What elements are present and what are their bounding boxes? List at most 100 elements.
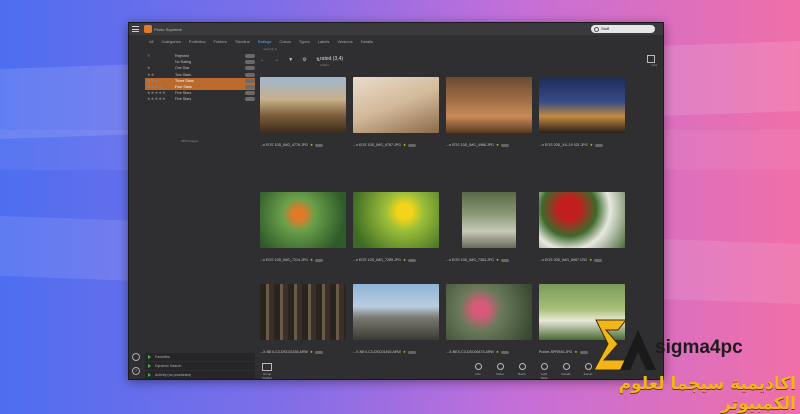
- search-input[interactable]: Stuff: [591, 25, 655, 33]
- thumbnail-caption: ...n EOS 20D_XIL-19 021.JPG ★: [539, 143, 625, 147]
- star-icon[interactable]: ★: [403, 143, 406, 147]
- thumbnail-card[interactable]: ...X-NEX-C3-DSC01335.ARW ★: [260, 284, 346, 364]
- star-icon[interactable]: ★: [403, 350, 406, 354]
- thumbnail-card[interactable]: ...n EOS 10D_IMG_4778.JPG ★: [260, 77, 346, 157]
- star-icon[interactable]: ★: [574, 350, 577, 354]
- rating-pill: [408, 350, 417, 354]
- share-icon: [496, 363, 504, 370]
- hamburger-menu-icon[interactable]: [132, 26, 139, 32]
- count-badge: [245, 66, 255, 71]
- app-title: Photo Supreme: [154, 27, 182, 32]
- sidebar-item-label: One Star: [175, 66, 190, 71]
- info-button[interactable]: Info: [472, 363, 484, 376]
- panel-label: Dynamic Search: [155, 364, 182, 368]
- photo-thumbnail[interactable]: [353, 77, 439, 133]
- photo-thumbnail[interactable]: [260, 192, 346, 248]
- tab-categories[interactable]: Categories: [157, 38, 184, 46]
- star-icon[interactable]: ★: [589, 258, 592, 262]
- star-icon[interactable]: ★: [496, 258, 499, 262]
- star-icon[interactable]: ★: [496, 350, 499, 354]
- tab-folders[interactable]: Folders: [209, 38, 230, 46]
- group-label: Group Toolbar: [262, 372, 272, 380]
- thumbnail-card[interactable]: ...n EOS 10D_IMG_7289.JPG ★: [353, 192, 439, 272]
- settings-icon[interactable]: [132, 353, 140, 361]
- tab-ratings[interactable]: Ratings: [254, 38, 276, 46]
- star-icon[interactable]: ★: [496, 143, 499, 147]
- photo-thumbnail[interactable]: [539, 77, 625, 133]
- thumbnail-card[interactable]: ...X-NEX-C3-DSC06473.ARW ★: [446, 284, 532, 364]
- tab-bar: All Categories Portfolios Folders Timeli…: [145, 38, 377, 46]
- tab-versions[interactable]: Versions: [333, 38, 356, 46]
- thumbnail-caption: ...n EOS 10D_IMG_7289.JPG ★: [353, 258, 439, 262]
- rating-pill: [408, 143, 417, 147]
- panel-activity[interactable]: Activity (no processes): [145, 371, 255, 379]
- brand-arabic-tagline: اكاديمية سيجما لعلوم الكمبيوتر: [618, 374, 796, 414]
- file-name: ...X-NEX-C3-DSC06473.ARW: [446, 350, 494, 354]
- thumbnail-card[interactable]: ...X-NEX-C3-DSC01492.ARW ★: [353, 284, 439, 364]
- rating-sidebar: ✕ Rejected No Rating ★ One Star ★★ Two Star…: [145, 53, 255, 343]
- tab-colors[interactable]: Colors: [275, 38, 295, 46]
- details-button[interactable]: Details: [560, 363, 572, 376]
- left-utility-icons: ?: [132, 353, 140, 375]
- photo-thumbnail[interactable]: [446, 77, 532, 133]
- photo-thumbnail[interactable]: [462, 192, 516, 248]
- group-toolbar-button[interactable]: Group Toolbar: [260, 363, 274, 380]
- expand-triangle-icon: [148, 355, 151, 359]
- photo-thumbnail[interactable]: [539, 192, 625, 248]
- group-icon: [262, 363, 272, 371]
- rating-pill: [501, 143, 510, 147]
- sidebar-item-five-stars-2[interactable]: ★★★★★ Five Stars: [145, 96, 255, 102]
- thumbnail-card[interactable]: ...n EOS 10D_IMG_4787.JPG ★: [353, 77, 439, 157]
- count-badge: [245, 60, 255, 65]
- tab-details[interactable]: Details: [357, 38, 377, 46]
- rating-pill: [501, 258, 510, 262]
- star-icon[interactable]: ★: [310, 258, 313, 262]
- thumbnail-card[interactable]: ...n EOS 30D_IMG_8987.CR2 ★: [539, 192, 625, 272]
- sidebar-item-label: Five Stars: [175, 91, 192, 96]
- star-icon[interactable]: ★: [310, 143, 313, 147]
- grid-view-icon[interactable]: [647, 55, 655, 63]
- thumbnail-card[interactable]: ...n EOS 10D_IMG_4966.JPG ★: [446, 77, 532, 157]
- arrow-left-icon[interactable]: ←: [260, 57, 265, 63]
- thumbnail-caption: ...n EOS 10D_IMG_7383.JPG ★: [446, 258, 532, 262]
- app-window: Photo Supreme Stuff All Categories Portf…: [128, 22, 664, 380]
- tab-portfolios[interactable]: Portfolios: [185, 38, 210, 46]
- sidebar-item-label: Five Stars: [175, 97, 192, 102]
- photo-thumbnail[interactable]: [260, 77, 346, 133]
- tab-all[interactable]: All: [145, 38, 157, 46]
- photo-thumbnail[interactable]: [353, 192, 439, 248]
- sidebar-item-label: Three Stars: [175, 78, 194, 83]
- star-icon[interactable]: ★: [403, 258, 406, 262]
- button-label: Light Table: [540, 372, 548, 380]
- panel-dynamic-search[interactable]: Dynamic Search: [145, 362, 255, 370]
- star-icon[interactable]: ★: [310, 350, 313, 354]
- count-badge: [245, 54, 255, 58]
- help-icon[interactable]: ?: [132, 367, 140, 375]
- thumbnail-caption: ...n EOS 30D_IMG_8987.CR2 ★: [539, 258, 625, 262]
- gear-icon[interactable]: ⚙: [302, 57, 306, 63]
- rating-pill: [594, 258, 603, 262]
- share-button[interactable]: Share: [494, 363, 506, 376]
- photo-thumbnail[interactable]: [446, 284, 532, 340]
- light-table-button[interactable]: Light Table: [538, 363, 550, 380]
- star-icon[interactable]: ★: [590, 143, 593, 147]
- grid-view-label: Grid: [651, 63, 657, 67]
- arrow-right-icon[interactable]: →: [274, 57, 279, 63]
- photo-thumbnail[interactable]: [353, 284, 439, 340]
- batch-button[interactable]: Batch: [516, 363, 528, 376]
- thumbnail-card[interactable]: ...n EOS 10D_IMG_7214.JPG ★: [260, 192, 346, 272]
- tab-timeline[interactable]: Timeline: [231, 38, 254, 46]
- tab-types[interactable]: Types: [295, 38, 314, 46]
- title-bar: Photo Supreme Stuff: [129, 23, 663, 35]
- tab-labels[interactable]: Labels: [314, 38, 334, 46]
- panel-favorites[interactable]: Favorites: [145, 353, 255, 361]
- panel-label: Activity (no processes): [155, 373, 192, 377]
- file-name: ...n EOS 10D_IMG_4787.JPG: [353, 143, 401, 147]
- app-logo-icon: [144, 25, 152, 33]
- button-label: Details: [561, 372, 571, 376]
- photo-thumbnail[interactable]: [260, 284, 346, 340]
- thumbnail-card[interactable]: ...n EOS 10D_IMG_7383.JPG ★: [446, 192, 532, 272]
- filter-icon[interactable]: ▼: [288, 57, 293, 63]
- thumbnail-card[interactable]: ...n EOS 20D_XIL-19 021.JPG ★: [539, 77, 625, 157]
- batch-icon: [518, 363, 526, 370]
